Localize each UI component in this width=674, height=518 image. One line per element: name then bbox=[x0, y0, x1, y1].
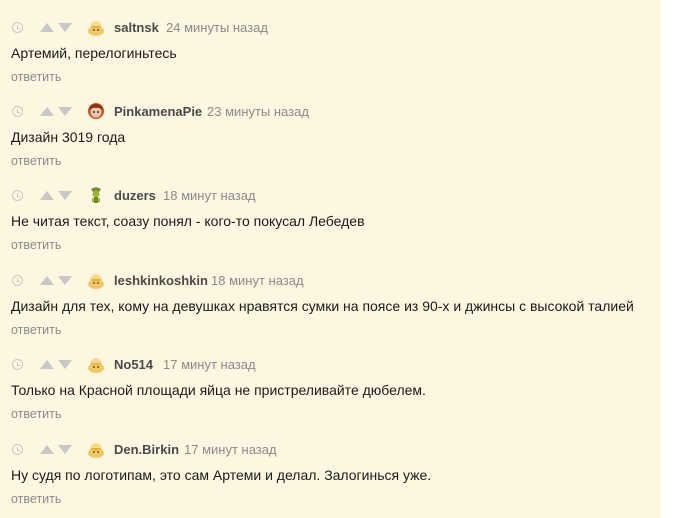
comment-text: Артемий, перелогиньтесь bbox=[11, 45, 177, 61]
comment-header: leshkinkoshkin 18 минут назад bbox=[0, 271, 661, 293]
clock-icon bbox=[12, 444, 23, 455]
comment-header: duzers 18 минут назад bbox=[0, 186, 661, 208]
comment-header: saltnsk 24 минуты назад bbox=[0, 18, 661, 40]
downvote-arrow-icon[interactable] bbox=[58, 107, 72, 116]
comment: leshkinkoshkin 18 минут назад Дизайн для… bbox=[0, 263, 661, 347]
comment-text: Только на Красной площади яйца не пристр… bbox=[11, 382, 426, 398]
upvote-arrow-icon[interactable] bbox=[40, 107, 54, 116]
reply-link[interactable]: ответить bbox=[11, 323, 61, 337]
comment-header: No514 17 минут назад bbox=[0, 355, 661, 377]
reply-link[interactable]: ответить bbox=[11, 407, 61, 421]
reply-link[interactable]: ответить bbox=[11, 492, 61, 506]
pony-avatar-icon[interactable] bbox=[87, 102, 105, 120]
clock-icon bbox=[12, 359, 23, 370]
clock-icon bbox=[12, 190, 23, 201]
clock-icon bbox=[12, 275, 23, 286]
comment: No514 17 минут назад Только на Красной п… bbox=[0, 347, 661, 431]
comment-time[interactable]: 18 минут назад bbox=[211, 273, 304, 288]
username[interactable]: PinkamenaPie bbox=[114, 104, 202, 119]
default-avatar-icon[interactable] bbox=[87, 355, 105, 373]
comment-header: PinkamenaPie 23 минуты назад bbox=[0, 102, 661, 124]
upvote-arrow-icon[interactable] bbox=[40, 23, 54, 32]
username[interactable]: duzers bbox=[114, 188, 156, 203]
downvote-arrow-icon[interactable] bbox=[58, 360, 72, 369]
goblin-avatar-icon[interactable] bbox=[87, 186, 105, 204]
clock-icon bbox=[12, 106, 23, 117]
default-avatar-icon[interactable] bbox=[87, 271, 105, 289]
reply-link[interactable]: ответить bbox=[11, 238, 61, 252]
comment: Den.Birkin 17 минут назад Ну судя по лог… bbox=[0, 432, 661, 516]
default-avatar-icon[interactable] bbox=[87, 440, 105, 458]
comment-time[interactable]: 17 минут назад bbox=[184, 442, 277, 457]
comment-text: Ну судя по логотипам, это сам Артеми и д… bbox=[11, 467, 432, 483]
upvote-arrow-icon[interactable] bbox=[40, 191, 54, 200]
comment: PinkamenaPie 23 минуты назад Дизайн 3019… bbox=[0, 94, 661, 178]
comment-time[interactable]: 18 минут назад bbox=[163, 188, 256, 203]
username[interactable]: leshkinkoshkin bbox=[114, 273, 208, 288]
comment: duzers 18 минут назад Не читая текст, со… bbox=[0, 178, 661, 262]
downvote-arrow-icon[interactable] bbox=[58, 276, 72, 285]
comment: saltnsk 24 минуты назад Артемий, перелог… bbox=[0, 10, 661, 94]
comment-text: Не читая текст, соазу понял - кого-то по… bbox=[11, 213, 365, 229]
reply-link[interactable]: ответить bbox=[11, 70, 61, 84]
username[interactable]: saltnsk bbox=[114, 20, 159, 35]
downvote-arrow-icon[interactable] bbox=[58, 445, 72, 454]
upvote-arrow-icon[interactable] bbox=[40, 360, 54, 369]
reply-link[interactable]: ответить bbox=[11, 154, 61, 168]
upvote-arrow-icon[interactable] bbox=[40, 445, 54, 454]
comment-text: Дизайн для тех, кому на девушках нравятс… bbox=[11, 298, 634, 314]
downvote-arrow-icon[interactable] bbox=[58, 191, 72, 200]
default-avatar-icon[interactable] bbox=[87, 18, 105, 36]
comment-time[interactable]: 17 минут назад bbox=[163, 357, 256, 372]
upvote-arrow-icon[interactable] bbox=[40, 276, 54, 285]
username[interactable]: Den.Birkin bbox=[114, 442, 179, 457]
username[interactable]: No514 bbox=[114, 357, 153, 372]
comment-text: Дизайн 3019 года bbox=[11, 129, 126, 145]
comment-time[interactable]: 24 минуты назад bbox=[166, 20, 268, 35]
comment-time[interactable]: 23 минуты назад bbox=[207, 104, 309, 119]
comments-panel: saltnsk 24 минуты назад Артемий, перелог… bbox=[0, 0, 661, 518]
clock-icon bbox=[12, 22, 23, 33]
downvote-arrow-icon[interactable] bbox=[58, 23, 72, 32]
comment-header: Den.Birkin 17 минут назад bbox=[0, 440, 661, 462]
